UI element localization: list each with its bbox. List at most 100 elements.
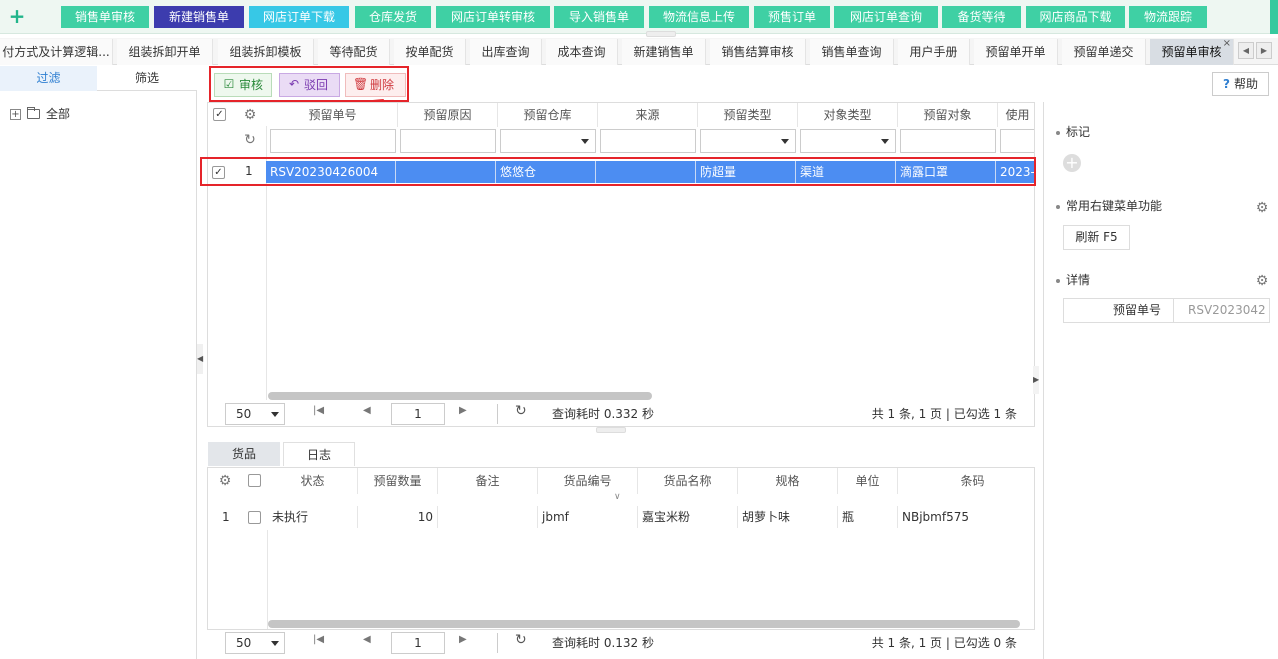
tab-assembly-template[interactable]: 组装拆卸模板: [218, 39, 314, 65]
select-all-checkbox[interactable]: [248, 474, 261, 487]
tab-scroll-left-icon[interactable]: ◀: [1238, 42, 1254, 59]
tab-new-sales[interactable]: 新建销售单: [622, 39, 706, 65]
gear-icon[interactable]: ⚙: [243, 108, 257, 122]
collapse-left-icon[interactable]: ◀: [197, 344, 203, 374]
prev-page-icon[interactable]: ◀: [363, 634, 371, 645]
reload-icon[interactable]: ↻: [515, 403, 527, 419]
approve-button[interactable]: ☑ 审核: [214, 73, 272, 97]
grid-split-handle[interactable]: [596, 427, 626, 433]
tab-cost-query[interactable]: 成本查询: [546, 39, 618, 65]
filter-use[interactable]: [1000, 129, 1034, 153]
col-barcode[interactable]: 条码: [898, 468, 1034, 494]
tab-user-manual[interactable]: 用户手册: [898, 39, 970, 65]
gear-icon[interactable]: ⚙: [1255, 201, 1269, 215]
page-size-select[interactable]: 50: [225, 632, 285, 654]
topbar-collapse-handle[interactable]: [646, 31, 676, 37]
tab-reserve-create[interactable]: 预留单开单: [974, 39, 1058, 65]
tab-bar: 付方式及计算逻辑... 组装拆卸开单 组装拆卸模板 等待配货 按单配货 出库查询…: [0, 38, 1278, 65]
collapse-right-icon[interactable]: ▶: [1033, 366, 1039, 394]
refresh-f5-button[interactable]: 刷新 F5: [1063, 225, 1130, 250]
col-qty[interactable]: 预留数量: [358, 468, 438, 494]
divider: [497, 633, 498, 653]
tab-reserve-review[interactable]: 预留单审核 ×: [1150, 39, 1234, 65]
col-status[interactable]: 状态: [268, 468, 358, 494]
first-page-icon[interactable]: |◀: [313, 634, 324, 645]
row-checkbox[interactable]: [248, 511, 261, 524]
col-object[interactable]: 预留对象: [898, 103, 998, 127]
col-unit[interactable]: 单位: [838, 468, 898, 494]
undo-arrow-icon: ↶: [288, 77, 300, 91]
select-all-checkbox[interactable]: ✓: [213, 108, 226, 121]
quick-btn-warehouse-ship[interactable]: 仓库发货: [355, 6, 431, 28]
col-spec[interactable]: 规格: [738, 468, 838, 494]
col-source[interactable]: 来源: [598, 103, 698, 127]
gear-icon[interactable]: ⚙: [1255, 274, 1269, 288]
quick-btn-presale-order[interactable]: 预售订单: [754, 6, 830, 28]
filter-reason[interactable]: [400, 129, 496, 153]
expand-icon[interactable]: +: [10, 108, 21, 120]
col-note[interactable]: 备注: [438, 468, 538, 494]
sort-chevron-icon[interactable]: ∨: [614, 492, 621, 502]
tab-wait-allocation[interactable]: 等待配货: [318, 39, 390, 65]
cell-spec: 胡萝卜味: [738, 506, 838, 528]
filter-warehouse[interactable]: [500, 129, 596, 153]
tab-goods[interactable]: 货品: [208, 442, 280, 466]
next-page-icon[interactable]: ▶: [459, 634, 467, 645]
table-row[interactable]: 1 未执行 10 jbmf 嘉宝米粉 胡萝卜味 瓶 NBjbmf575: [208, 504, 1034, 530]
tab-payment-logic[interactable]: 付方式及计算逻辑...: [0, 39, 113, 65]
help-icon: ?: [1223, 77, 1230, 91]
tab-reserve-submit[interactable]: 预留单递交: [1062, 39, 1146, 65]
filter-source[interactable]: [600, 129, 696, 153]
quick-btn-stock-wait[interactable]: 备货等待: [942, 6, 1021, 28]
tab-outbound-query[interactable]: 出库查询: [470, 39, 542, 65]
filter-order-no[interactable]: [270, 129, 396, 153]
help-button[interactable]: ? 帮助: [1212, 72, 1269, 96]
gear-icon[interactable]: ⚙: [218, 474, 232, 488]
add-icon[interactable]: +: [8, 6, 26, 26]
col-warehouse[interactable]: 预留仓库: [498, 103, 598, 127]
col-reason[interactable]: 预留原因: [398, 103, 498, 127]
page-number-input[interactable]: 1: [391, 403, 445, 425]
quick-btn-shop-order-query[interactable]: 网店订单查询: [834, 6, 938, 28]
reject-button[interactable]: ↶ 驳回: [279, 73, 340, 97]
col-order-no[interactable]: 预留单号: [268, 103, 398, 127]
add-mark-icon[interactable]: +: [1063, 154, 1081, 172]
col-use[interactable]: 使用: [998, 103, 1034, 127]
cell-unit: 瓶: [838, 506, 898, 528]
tab-sales-query[interactable]: 销售单查询: [810, 39, 894, 65]
horizontal-scrollbar[interactable]: [268, 620, 1020, 628]
page-size-select[interactable]: 50: [225, 403, 285, 425]
filter-object[interactable]: [900, 129, 996, 153]
tab-assembly-order[interactable]: 组装拆卸开单: [117, 39, 213, 65]
next-page-icon[interactable]: ▶: [459, 405, 467, 416]
quick-btn-logistics-track[interactable]: 物流跟踪: [1129, 6, 1207, 28]
horizontal-scrollbar[interactable]: [268, 392, 652, 400]
tree-node-all[interactable]: + 全部: [10, 106, 70, 122]
col-object-type[interactable]: 对象类型: [798, 103, 898, 127]
quick-btn-sales-review[interactable]: 销售单审核: [61, 6, 149, 28]
reload-icon[interactable]: ↻: [515, 632, 527, 648]
tab-sales-settlement-review[interactable]: 销售结算审核: [710, 39, 806, 65]
filter-object-type[interactable]: [800, 129, 896, 153]
quick-btn-shop-order-download[interactable]: 网店订单下载: [249, 6, 349, 28]
tab-screen[interactable]: 筛选: [97, 66, 197, 91]
first-page-icon[interactable]: |◀: [313, 405, 324, 416]
tab-filter[interactable]: 过滤: [0, 66, 97, 91]
quick-btn-import-sales[interactable]: 导入销售单: [554, 6, 644, 28]
filter-type[interactable]: [700, 129, 796, 153]
tab-scroll-right-icon[interactable]: ▶: [1256, 42, 1272, 59]
quick-btn-new-sales[interactable]: 新建销售单: [154, 6, 244, 28]
quick-btn-shop-product-download[interactable]: 网店商品下载: [1026, 6, 1125, 28]
tab-log[interactable]: 日志: [283, 442, 355, 466]
query-timing: 查询耗时 0.332 秒: [552, 407, 654, 421]
quick-btn-logistics-upload[interactable]: 物流信息上传: [649, 6, 749, 28]
col-product-code[interactable]: 货品编号: [538, 468, 638, 494]
delete-button[interactable]: 🗑 删除: [345, 73, 406, 97]
prev-page-icon[interactable]: ◀: [363, 405, 371, 416]
col-product-name[interactable]: 货品名称: [638, 468, 738, 494]
col-type[interactable]: 预留类型: [698, 103, 798, 127]
close-icon[interactable]: ×: [1223, 39, 1231, 57]
page-number-input[interactable]: 1: [391, 632, 445, 654]
quick-btn-shop-order-to-review[interactable]: 网店订单转审核: [436, 6, 550, 28]
tab-allocate-by-order[interactable]: 按单配货: [394, 39, 466, 65]
